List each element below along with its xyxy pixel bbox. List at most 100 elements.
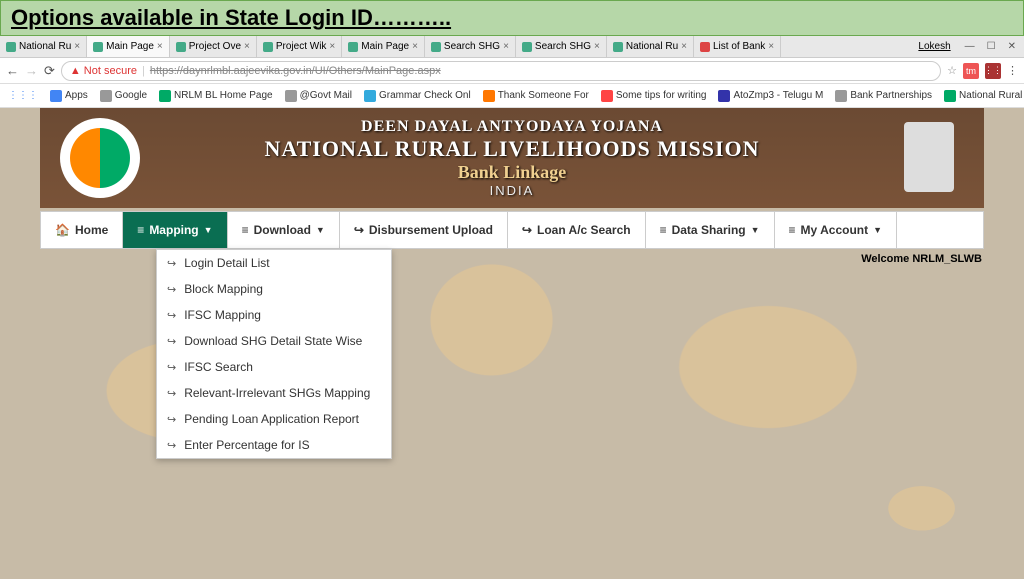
caret-down-icon: ▼ [751,225,760,235]
menu-item-loan-a-c-search[interactable]: ↪Loan A/c Search [508,212,646,248]
tab-favicon [93,42,103,52]
close-icon[interactable]: × [412,41,418,52]
tab-label: Search SHG [535,41,591,52]
bookmark-label: AtoZmp3 - Telugu M [733,90,823,101]
url-text: https://daynrlmbl.aajeevika.gov.in/UI/Ot… [150,65,441,77]
dropdown-label: Block Mapping [184,282,263,296]
extension-icon-1[interactable]: tm [963,63,979,79]
browser-tab[interactable]: Project Wik× [257,36,342,57]
browser-tab[interactable]: Search SHG× [425,36,516,57]
bookmark-label: Google [115,90,147,101]
bookmark-item[interactable]: @Govt Mail [285,90,352,102]
star-icon[interactable]: ☆ [947,64,957,77]
close-icon[interactable]: × [594,41,600,52]
browser-tab[interactable]: Search SHG× [516,36,607,57]
bookmark-item[interactable]: Grammar Check Onl [364,90,471,102]
window-controls: — ☐ ✕ [957,41,1024,52]
menu-item-home[interactable]: 🏠 Home [41,212,123,248]
close-icon[interactable]: × [329,41,335,52]
arrow-icon: ↪ [167,387,176,400]
bookmark-favicon [285,90,297,102]
dropdown-item[interactable]: ↪ Enter Percentage for IS [157,432,391,458]
dropdown-label: Login Detail List [184,256,269,270]
browser-tab[interactable]: Main Page× [342,36,425,57]
close-icon[interactable]: × [244,41,250,52]
menu-icon: ≡ [242,223,249,237]
bookmark-label: Apps [65,90,88,101]
site-banner: DEEN DAYAL ANTYODAYA YOJANA NATIONAL RUR… [40,108,984,208]
menu-icon: ≡ [137,223,144,237]
dropdown-item[interactable]: ↪Block Mapping [157,276,391,302]
back-icon[interactable]: ← [6,63,19,78]
forward-icon[interactable]: → [25,63,38,78]
bookmark-item[interactable]: NRLM BL Home Page [159,90,273,102]
bookmark-favicon [601,90,613,102]
bookmark-item[interactable]: Apps [50,90,88,102]
dropdown-item[interactable]: ↪ Login Detail List [157,250,391,276]
tab-favicon [522,42,532,52]
menu-item-disbursement-upload[interactable]: ↪Disbursement Upload [340,212,508,248]
nrlm-logo [60,118,140,198]
dropdown-item[interactable]: ↪Pending Loan Application Report [157,406,391,432]
menu-item-my-account[interactable]: ≡ My Account ▼ [775,212,898,248]
dropdown-item[interactable]: ↪ Download SHG Detail State Wise [157,328,391,354]
menu-item-download[interactable]: ≡Download▼ [228,212,340,248]
bookmark-favicon [100,90,112,102]
bookmark-item[interactable]: Some tips for writing [601,90,707,102]
extension-icon-2[interactable]: ⋮⋮ [985,63,1001,79]
dropdown-item[interactable]: ↪Relevant-Irrelevant SHGs Mapping [157,380,391,406]
url-input[interactable]: ▲ Not secure | https://daynrlmbl.aajeevi… [61,61,941,81]
close-icon[interactable]: × [74,41,80,52]
bookmark-item[interactable]: National Rural Livelih [944,90,1024,102]
bookmark-label: Some tips for writing [616,90,707,101]
maximize-icon[interactable]: ☐ [987,41,996,52]
address-bar: ← → ⟳ ▲ Not secure | https://daynrlmbl.a… [0,58,1024,84]
close-icon[interactable]: × [768,41,774,52]
browser-tab[interactable]: Project Ove× [170,36,257,57]
tab-favicon [431,42,441,52]
profile-name[interactable]: Lokesh [912,41,956,52]
bookmark-item[interactable]: Google [100,90,147,102]
menu-icon[interactable]: ⋮ [1007,64,1018,77]
bookmark-label: @Govt Mail [300,90,352,101]
menu-label: Home [75,223,108,237]
dropdown-label: Enter Percentage for IS [184,438,309,452]
close-icon[interactable]: × [157,41,163,52]
arrow-icon: ↪ [167,361,176,374]
arrow-icon: ↪ [167,439,176,452]
bookmark-label: NRLM BL Home Page [174,90,273,101]
tab-label: National Ru [19,41,71,52]
browser-tab[interactable]: National Ru× [0,36,87,57]
tab-favicon [176,42,186,52]
reload-icon[interactable]: ⟳ [44,63,55,79]
arrow-icon: ↪ [167,335,176,348]
page-body: DEEN DAYAL ANTYODAYA YOJANA NATIONAL RUR… [0,108,1024,579]
menu-label: Loan A/c Search [537,223,631,237]
menu-icon: ≡ [789,223,796,237]
tab-label: List of Bank [713,41,765,52]
bookmark-item[interactable]: AtoZmp3 - Telugu M [718,90,823,102]
menu-item-data-sharing[interactable]: ≡Data Sharing▼ [646,212,775,248]
dropdown-item[interactable]: ↪IFSC Mapping [157,302,391,328]
close-icon[interactable]: × [503,41,509,52]
bookmark-item[interactable]: Thank Someone For [483,90,589,102]
mapping-dropdown: ↪Login Detail List↪Block Mapping↪IFSC Ma… [156,249,392,459]
menu-icon: 🏠 [55,223,70,237]
browser-tab[interactable]: List of Bank× [694,36,781,57]
dropdown-label: Download SHG Detail State Wise [184,334,362,348]
close-icon[interactable]: × [681,41,687,52]
menu-label: My Account [801,223,869,237]
browser-tab[interactable]: National Ru× [607,36,694,57]
bookmarks-bar: ⋮⋮⋮ Apps Google NRLM BL Home Page @Govt Mail… [0,84,1024,108]
minimize-icon[interactable]: — [965,41,975,52]
browser-tab[interactable]: Main Page× [87,36,170,57]
arrow-icon: ↪ [167,257,176,270]
banner-line4: INDIA [264,183,759,198]
close-window-icon[interactable]: ✕ [1008,41,1016,52]
dropdown-item[interactable]: ↪IFSC Search [157,354,391,380]
bookmark-item[interactable]: Bank Partnerships [835,90,932,102]
banner-line1: DEEN DAYAL ANTYODAYA YOJANA [264,118,759,136]
menu-item-mapping[interactable]: ≡Mapping▼ [123,212,227,248]
caret-down-icon: ▼ [873,225,882,235]
apps-icon[interactable]: ⋮⋮⋮ [8,90,38,101]
